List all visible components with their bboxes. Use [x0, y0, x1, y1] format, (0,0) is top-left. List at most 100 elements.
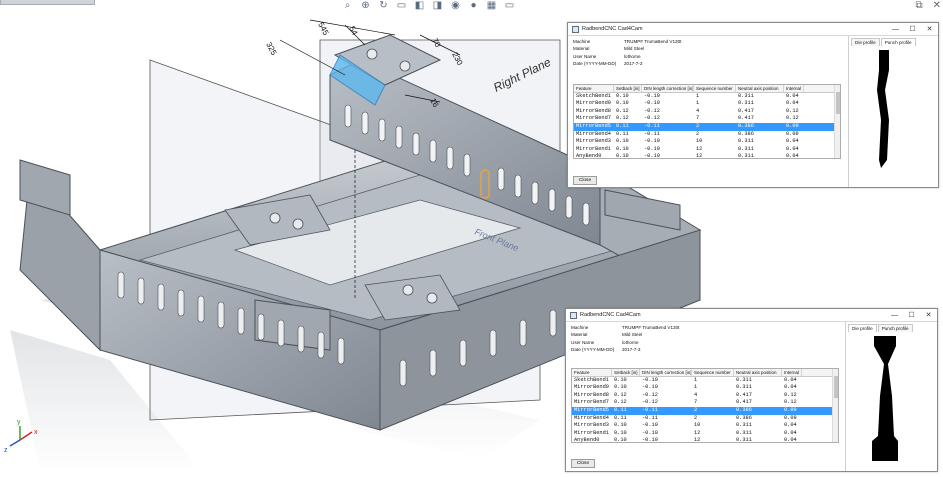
table-cell: -0.10 [644, 153, 660, 159]
scroll-thumb[interactable] [836, 92, 840, 114]
tab-punch-profile[interactable]: Punch profile [877, 324, 913, 332]
table-cell: 0.386 [736, 406, 752, 413]
app-icon [572, 25, 579, 33]
table-row[interactable]: MirrorBend7 0.12 -0.12 7 0.417 0.12 [574, 115, 840, 123]
table-row[interactable]: MirrorBend5 0.11 -0.11 2 0.386 0.09 [572, 406, 838, 415]
table-cell: 0.386 [736, 414, 752, 421]
maximize-button[interactable]: ☐ [903, 311, 920, 319]
radbend-dialog-top: RadbendCNC Cad4Cam — ☐ ✕ Machine TRUMPF T… [567, 22, 939, 188]
table-cell: MirrorBend9 [574, 384, 609, 391]
col-internal[interactable]: Internal [782, 369, 802, 376]
col-setback[interactable]: Setback [in] [614, 85, 642, 92]
table-row[interactable]: MirrorBend3 0.10 -0.10 10 0.311 0.04 [574, 138, 840, 146]
table-row[interactable]: MirrorBend4 0.11 -0.11 2 0.386 0.09 [574, 131, 840, 139]
col-din[interactable]: DIN length correction [in] [642, 85, 694, 92]
dialog-titlebar: RadbendCNC Cad4Cam — ☐ ✕ [568, 23, 938, 36]
table-row[interactable]: MirrorBend9 0.10 -0.10 1 0.311 0.04 [574, 100, 840, 108]
table-cell: 2 [696, 122, 700, 129]
table-cell: 0.12 [614, 391, 627, 398]
close-window-button[interactable]: ✕ [920, 311, 937, 319]
table-cell: MirrorBend3 [576, 138, 611, 145]
maximize-button[interactable]: ☐ [904, 25, 921, 33]
close-window-button[interactable]: ✕ [921, 25, 938, 33]
tab-die-profile[interactable]: Die profile [851, 38, 880, 46]
table-cell: 0.311 [736, 429, 752, 436]
col-neutral[interactable]: Neutral axis position [734, 369, 782, 376]
table-cell: 0.12 [786, 107, 799, 114]
table-cell: -0.10 [644, 145, 660, 152]
table-cell: 0.10 [616, 145, 629, 152]
table-row[interactable]: MirrorBend7 0.12 -0.12 7 0.417 0.12 [572, 399, 838, 407]
table-cell: 0.311 [736, 422, 752, 429]
tab-die-profile[interactable]: Die profile [848, 324, 877, 332]
table-cell: 0.11 [616, 130, 629, 137]
tab-punch-profile[interactable]: Punch profile [880, 38, 916, 46]
table-row[interactable]: MirrorBend1 0.10 -0.10 12 0.311 0.04 [572, 430, 838, 438]
col-setback[interactable]: Setback [in] [612, 369, 640, 376]
col-neutral[interactable]: Neutral axis position [736, 85, 784, 92]
table-row[interactable]: MirrorBend8 0.12 -0.12 4 0.417 0.12 [572, 392, 838, 400]
minimize-button[interactable]: — [887, 26, 904, 33]
table-scrollbar[interactable] [834, 85, 840, 158]
col-internal[interactable]: Internal [784, 85, 804, 92]
table-row[interactable]: MirrorBend5 0.11 -0.11 2 0.386 0.09 [574, 122, 840, 131]
table-cell: SketchBend1 [574, 376, 609, 383]
machine-label: Machine [571, 325, 589, 330]
table-cell: AnyBend0 [576, 153, 602, 159]
table-cell: 0.04 [784, 422, 797, 429]
col-din[interactable]: DIN length correction [in] [640, 369, 692, 376]
dimension-325: 325 [264, 41, 278, 57]
table-cell: -0.11 [642, 414, 658, 421]
table-cell: 0.12 [784, 391, 797, 398]
table-cell: -0.12 [644, 115, 660, 122]
table-scrollbar[interactable] [832, 369, 838, 442]
table-cell: MirrorBend3 [574, 422, 609, 429]
table-cell: MirrorBend7 [576, 115, 611, 122]
close-button[interactable]: Close [573, 176, 597, 185]
table-cell: MirrorBend4 [574, 414, 609, 421]
table-cell: 0.04 [786, 145, 799, 152]
col-sequence[interactable]: Sequence number [692, 369, 734, 376]
table-row[interactable]: MirrorBend4 0.11 -0.11 2 0.386 0.09 [572, 415, 838, 423]
table-cell: 0.09 [786, 130, 799, 137]
table-row[interactable]: MirrorBend9 0.10 -0.10 1 0.311 0.04 [572, 384, 838, 392]
close-button[interactable]: Close [571, 459, 595, 468]
bend-table[interactable]: Feature Setback [in] DIN length correcti… [571, 368, 839, 443]
date-label: Date (YYYY-MM-DD) [571, 347, 615, 353]
table-row[interactable]: AnyBend0 0.10 -0.10 12 0.311 0.04 [574, 153, 840, 159]
table-cell: MirrorBend5 [576, 122, 611, 129]
table-cell: 0.311 [736, 437, 752, 443]
table-cell: -0.12 [642, 391, 658, 398]
table-row[interactable]: MirrorBend3 0.10 -0.10 10 0.311 0.04 [572, 422, 838, 430]
table-cell: 0.386 [738, 122, 754, 129]
dialog-title: RadbendCNC Cad4Cam [580, 312, 641, 318]
axis-x-label: x [34, 429, 38, 436]
table-row[interactable]: MirrorBend8 0.12 -0.12 4 0.417 0.12 [574, 108, 840, 116]
col-feature[interactable]: Feature [572, 369, 612, 376]
material-value: Mild Steel [622, 332, 643, 338]
col-sequence[interactable]: Sequence number [694, 85, 736, 92]
scroll-thumb[interactable] [834, 376, 838, 398]
col-feature[interactable]: Feature [574, 85, 614, 92]
table-row[interactable]: SketchBend1 0.10 -0.10 1 0.311 0.04 [574, 93, 840, 101]
table-cell: 0.417 [738, 115, 754, 122]
user-label: User Name [573, 53, 597, 59]
app-icon [570, 311, 577, 319]
table-cell: 0.12 [614, 399, 627, 406]
table-cell: 4 [694, 391, 698, 398]
table-cell: 0.10 [614, 384, 627, 391]
table-row[interactable]: AnyBend0 0.10 -0.10 12 0.311 0.04 [572, 437, 838, 443]
table-cell: 12 [694, 437, 701, 443]
table-cell: 0.04 [786, 100, 799, 107]
minimize-button[interactable]: — [886, 312, 903, 319]
machine-label: Machine [573, 39, 591, 44]
table-cell: MirrorBend5 [574, 406, 609, 413]
bend-table[interactable]: Feature Setback [in] DIN length correcti… [573, 84, 841, 159]
table-cell: 0.12 [786, 115, 799, 122]
table-row[interactable]: SketchBend1 0.10 -0.10 1 0.311 0.04 [572, 377, 838, 385]
table-row[interactable]: MirrorBend1 0.10 -0.10 12 0.311 0.04 [574, 146, 840, 154]
table-cell: 0.386 [738, 130, 754, 137]
table-cell: 12 [696, 153, 703, 159]
table-cell: 0.04 [786, 138, 799, 145]
table-cell: -0.10 [642, 429, 658, 436]
